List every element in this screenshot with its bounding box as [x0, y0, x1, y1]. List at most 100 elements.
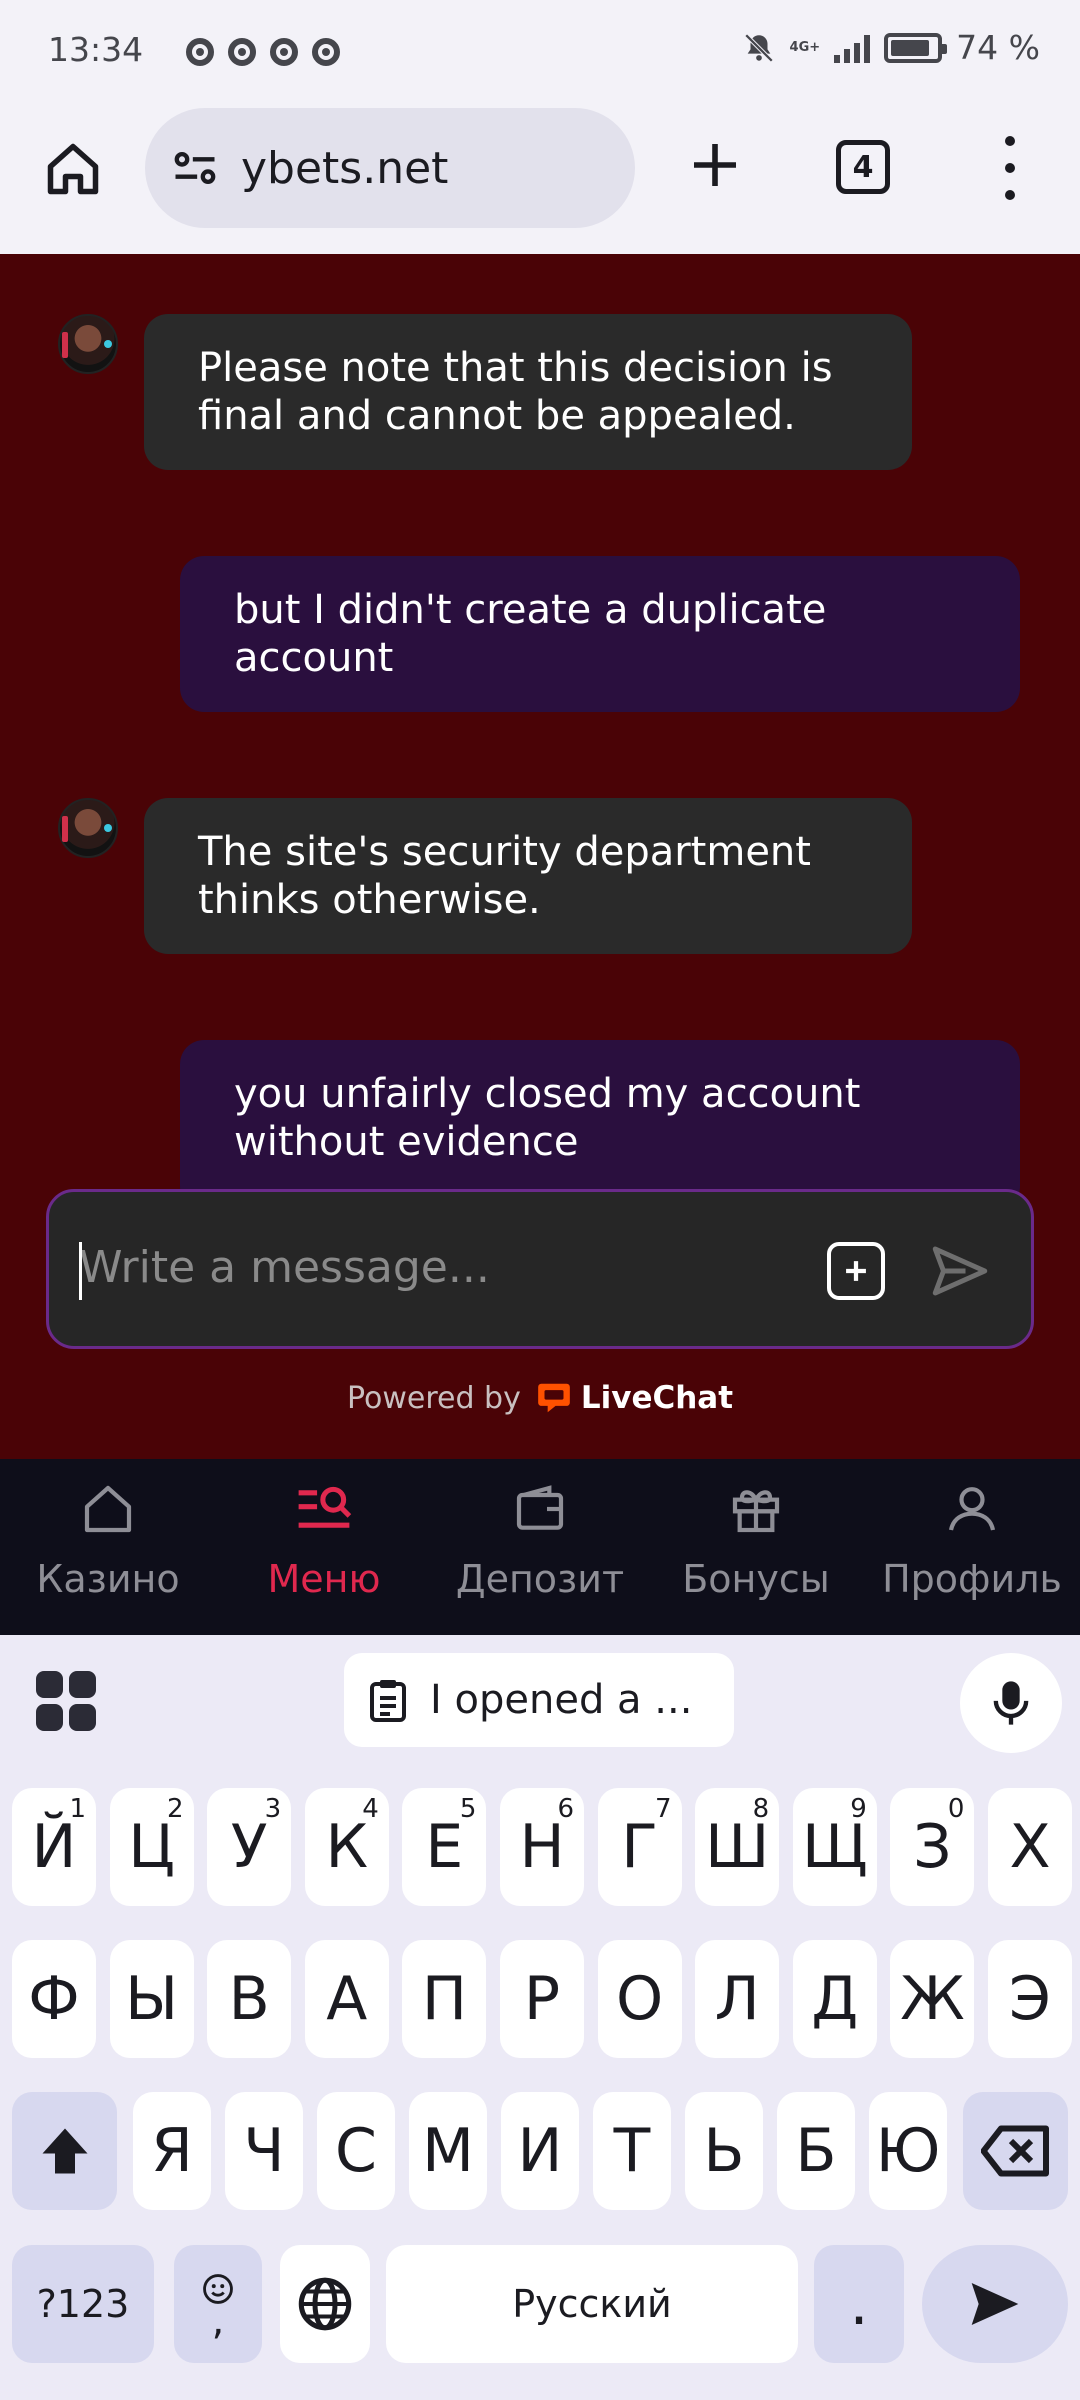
home-button[interactable]	[38, 134, 108, 204]
shift-icon	[42, 2128, 87, 2174]
attach-button[interactable]	[827, 1242, 885, 1300]
key-letter[interactable]: В	[207, 1940, 292, 2058]
nav-item-menu[interactable]: Меню	[216, 1459, 432, 1635]
send-icon[interactable]	[927, 1238, 993, 1304]
key-label: Ж	[900, 1964, 965, 2034]
key-letter[interactable]: Ы	[109, 1940, 194, 2058]
key-letter[interactable]: Щ9	[792, 1788, 877, 1906]
nav-item-casino[interactable]: Казино	[0, 1459, 216, 1635]
key-letter[interactable]: Ч	[225, 2092, 303, 2210]
key-letter[interactable]: З0	[890, 1788, 975, 1906]
clipboard-suggestion[interactable]: I opened a ...	[344, 1653, 734, 1747]
plus-icon	[694, 144, 736, 186]
period-key[interactable]: .	[814, 2245, 904, 2363]
globe-icon	[298, 2277, 352, 2331]
key-letter[interactable]: Б	[777, 2092, 855, 2210]
agent-avatar	[58, 314, 118, 374]
backspace-icon	[980, 2125, 1049, 2177]
key-hint: 2	[167, 1794, 184, 1824]
key-label: Р	[523, 1964, 561, 2034]
livechat-link[interactable]: LiveChat	[535, 1379, 733, 1417]
message-input[interactable]: Write a message...	[46, 1189, 1034, 1349]
nav-label: Бонусы	[682, 1557, 830, 1601]
suggestion-text: I opened a ...	[430, 1677, 693, 1723]
nav-item-bonuses[interactable]: Бонусы	[648, 1459, 864, 1635]
symbols-key[interactable]: ?123	[12, 2245, 154, 2363]
key-label: Я	[151, 2116, 193, 2186]
key-letter[interactable]: П	[402, 1940, 487, 2058]
keyboard-apps-button[interactable]	[36, 1671, 96, 1731]
key-letter[interactable]: Ж	[890, 1940, 975, 2058]
key-hint: 8	[752, 1794, 770, 1824]
key-label: О	[615, 1964, 664, 2034]
menu-search-icon	[298, 1486, 352, 1528]
nav-label: Меню	[267, 1557, 381, 1601]
key-letter[interactable]: О	[597, 1940, 682, 2058]
key-letter[interactable]: Г7	[597, 1788, 682, 1906]
key-letter[interactable]: Ц2	[109, 1788, 194, 1906]
shift-key[interactable]	[12, 2092, 117, 2210]
key-label: Ч	[243, 2116, 285, 2186]
chat-window: Please note that this decision is final …	[0, 254, 1080, 1459]
more-options-button[interactable]	[990, 136, 1030, 200]
language-key[interactable]	[280, 2245, 370, 2363]
key-letter[interactable]: М	[409, 2092, 487, 2210]
key-letter[interactable]: Я	[133, 2092, 211, 2210]
key-letter[interactable]: Э	[988, 1940, 1072, 2058]
network-type: 4G+	[789, 40, 821, 55]
home-icon	[47, 143, 99, 195]
key-hint: 9	[850, 1794, 867, 1824]
agent-avatar	[58, 798, 118, 858]
key-letter[interactable]: Ф	[12, 1940, 96, 2058]
battery-icon	[884, 32, 948, 63]
key-hint: 3	[264, 1794, 282, 1824]
key-letter[interactable]: Х	[988, 1788, 1072, 1906]
space-key[interactable]: Русский	[386, 2245, 798, 2363]
user-message: you unfairly closed my account without e…	[180, 1040, 1020, 1210]
key-label: Х	[1009, 1812, 1051, 1882]
key-letter[interactable]: Т	[593, 2092, 671, 2210]
tab-switcher-button[interactable]: 4	[836, 140, 890, 194]
key-letter[interactable]: К4	[304, 1788, 389, 1906]
app-notification-icon	[228, 38, 256, 66]
key-letter[interactable]: Л	[695, 1940, 780, 2058]
enter-key[interactable]	[922, 2245, 1068, 2363]
key-letter[interactable]: А	[304, 1940, 389, 2058]
microphone-icon	[993, 1681, 1029, 1725]
key-label: Д	[811, 1964, 859, 2034]
app-notification-icon	[186, 38, 214, 66]
livechat-brand-text: LiveChat	[580, 1380, 734, 1416]
key-letter[interactable]: У3	[207, 1788, 292, 1906]
key-letter[interactable]: Й1	[12, 1788, 96, 1906]
address-bar[interactable]: ybets.net	[145, 108, 635, 228]
key-letter[interactable]: Ю	[869, 2092, 947, 2210]
nav-item-deposit[interactable]: Депозит	[432, 1459, 648, 1635]
key-label: Ы	[125, 1964, 179, 2034]
backspace-key[interactable]	[963, 2092, 1068, 2210]
key-label: Б	[795, 2116, 837, 2186]
key-letter[interactable]: Н6	[500, 1788, 584, 1906]
nav-item-profile[interactable]: Профиль	[864, 1459, 1080, 1635]
voice-input-button[interactable]	[960, 1653, 1062, 1753]
key-letter[interactable]: Р	[500, 1940, 584, 2058]
key-letter[interactable]: С	[317, 2092, 395, 2210]
key-label: Ф	[28, 1964, 80, 2034]
key-letter[interactable]: И	[501, 2092, 579, 2210]
key-letter[interactable]: Д	[792, 1940, 877, 2058]
emoji-comma-key[interactable]: ,	[174, 2245, 262, 2363]
key-letter[interactable]: Е5	[402, 1788, 487, 1906]
key-label: В	[228, 1964, 270, 2034]
status-bar: 13:34 4G+ 74 %	[0, 0, 1080, 100]
powered-by: Powered by LiveChat	[0, 1379, 1080, 1417]
key-label: И	[517, 2116, 563, 2186]
mute-bell-icon	[744, 33, 773, 62]
key-letter[interactable]: Ь	[685, 2092, 763, 2210]
gift-icon	[732, 1490, 780, 1533]
key-hint: 1	[69, 1794, 86, 1824]
notification-icons	[186, 38, 340, 66]
new-tab-button[interactable]	[680, 130, 750, 200]
comma-label: ,	[211, 2298, 225, 2344]
key-label: Г	[621, 1812, 658, 1882]
key-label: Э	[1009, 1964, 1051, 2034]
key-letter[interactable]: Ш8	[695, 1788, 780, 1906]
